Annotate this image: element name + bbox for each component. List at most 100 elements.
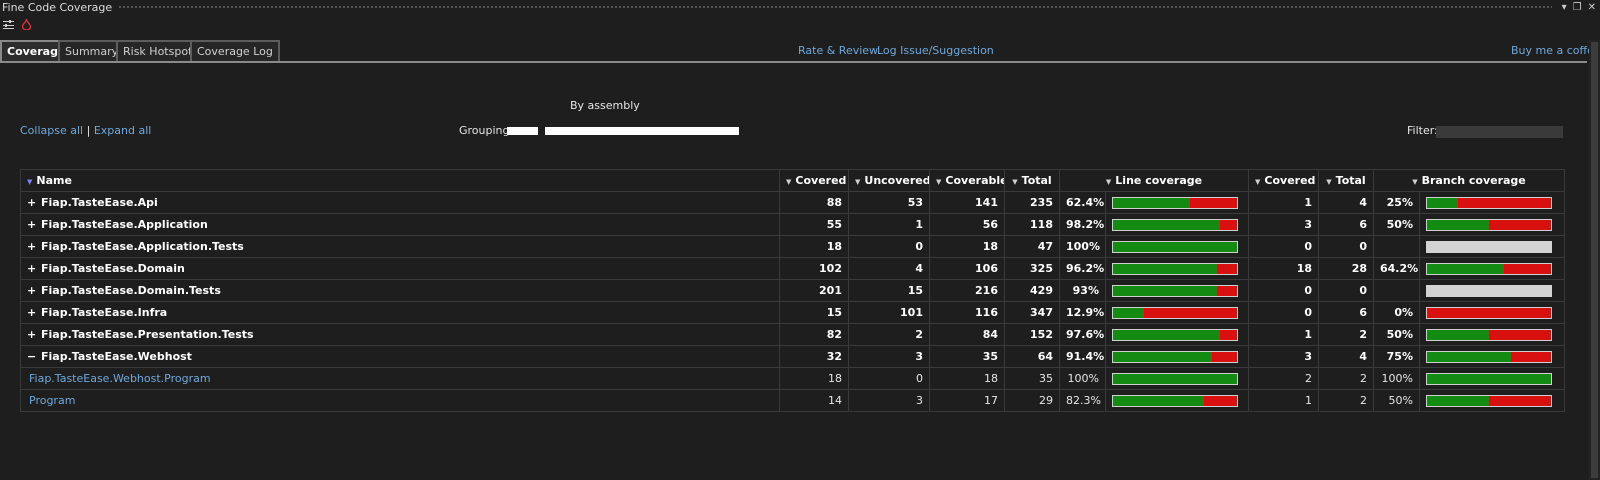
restore-icon[interactable]: ❐ (1573, 2, 1582, 13)
row-name-cell[interactable]: + Fiap.TasteEase.Presentation.Tests (20, 323, 780, 346)
branch-coverage-percent: 50% (1373, 389, 1420, 412)
dropdown-icon[interactable]: ▾ (1562, 2, 1567, 13)
covered-cell: 32 (779, 345, 849, 368)
filter-input[interactable] (1436, 126, 1563, 138)
assembly-name: Fiap.TasteEase.Api (41, 196, 158, 209)
header-total[interactable]: ▼ Total (1004, 169, 1060, 192)
line-coverage-bar (1112, 394, 1238, 407)
branch-covered-cell: 3 (1248, 213, 1319, 236)
branch-coverage-bar-cell (1419, 389, 1565, 412)
row-name-cell[interactable]: + Fiap.TasteEase.Application (20, 213, 780, 236)
table-row[interactable]: + Fiap.TasteEase.Infra 15 101 116 347 12.9% 0 6 0… (20, 301, 1565, 324)
branch-covered-cell: 3 (1248, 345, 1319, 368)
header-branch-covered[interactable]: ▼ Covered (1248, 169, 1319, 192)
vertical-scrollbar[interactable] (1589, 40, 1600, 480)
line-coverage-bar (1112, 306, 1238, 319)
covered-segment (1427, 197, 1458, 208)
class-link[interactable]: Fiap.TasteEase.Webhost.Program (29, 372, 211, 385)
sort-indicator-icon: ▼ (786, 178, 792, 186)
header-name[interactable]: ▼ Name (20, 169, 780, 192)
log-issue-link[interactable]: Log Issue/Suggestion (877, 44, 994, 57)
branch-total-cell: 4 (1318, 345, 1374, 368)
clear-coverage-icon[interactable] (21, 18, 32, 33)
table-row[interactable]: Fiap.TasteEase.Webhost.Program 18 0 18 35 100… (20, 367, 1565, 390)
expand-all-link[interactable]: Expand all (94, 124, 152, 137)
close-icon[interactable]: ✕ (1588, 2, 1596, 13)
grouping-slider-thumb[interactable] (507, 127, 538, 135)
row-name-cell[interactable]: + Fiap.TasteEase.Api (20, 191, 780, 214)
table-row[interactable]: + Fiap.TasteEase.Application 55 1 56 118 98.2%… (20, 213, 1565, 236)
uncovered-segment (1219, 219, 1237, 230)
row-name-cell[interactable]: + Fiap.TasteEase.Domain.Tests (20, 279, 780, 302)
table-row[interactable]: + Fiap.TasteEase.Domain 102 4 106 325 96.2% 18 2… (20, 257, 1565, 280)
expand-toggle-icon[interactable]: + (27, 262, 37, 275)
line-coverage-percent: 93% (1059, 279, 1106, 302)
row-name-cell[interactable]: − Fiap.TasteEase.Webhost (20, 345, 780, 368)
expand-toggle-icon[interactable]: − (27, 350, 37, 363)
grouping-label: Grouping: (459, 124, 514, 137)
table-row[interactable]: + Fiap.TasteEase.Application.Tests 18 0 18 47… (20, 235, 1565, 258)
header-line-coverage[interactable]: ▼ Line coverage (1059, 169, 1249, 192)
uncovered-segment (1489, 329, 1551, 340)
branch-total-cell: 0 (1318, 279, 1374, 302)
branch-covered-cell: 18 (1248, 257, 1319, 280)
scrollbar-thumb[interactable] (1591, 42, 1598, 478)
covered-segment (1113, 307, 1144, 318)
expand-toggle-icon[interactable]: + (27, 284, 37, 297)
branch-covered-cell: 0 (1248, 235, 1319, 258)
coverable-cell: 56 (929, 213, 1005, 236)
row-name-cell[interactable]: + Fiap.TasteEase.Application.Tests (20, 235, 780, 258)
line-coverage-bar-cell (1105, 367, 1249, 390)
table-row[interactable]: + Fiap.TasteEase.Api 88 53 141 235 62.4% 1 4 25% (20, 191, 1565, 214)
coverage-table-body: + Fiap.TasteEase.Api 88 53 141 235 62.4% 1 4 25% +… (20, 191, 1565, 412)
line-coverage-bar (1112, 328, 1238, 341)
tab-coverage-log[interactable]: Coverage Log (190, 40, 280, 61)
branch-total-cell: 2 (1318, 389, 1374, 412)
coverable-cell: 84 (929, 323, 1005, 346)
table-row[interactable]: − Fiap.TasteEase.Webhost 32 3 35 64 91.4% 3 4 75% (20, 345, 1565, 368)
header-branch-total[interactable]: ▼ Total (1318, 169, 1374, 192)
uncovered-segment (1503, 263, 1551, 274)
line-coverage-percent: 91.4% (1059, 345, 1106, 368)
uncovered-segment (1190, 197, 1237, 208)
covered-cell: 102 (779, 257, 849, 280)
rate-review-link[interactable]: Rate & Review (798, 44, 878, 57)
line-coverage-bar-cell (1105, 191, 1249, 214)
covered-segment (1113, 373, 1237, 384)
table-row[interactable]: + Fiap.TasteEase.Presentation.Tests 82 2 84 1… (20, 323, 1565, 346)
grouping-slider-track[interactable] (545, 127, 739, 135)
covered-segment (1113, 329, 1220, 340)
covered-segment (1427, 219, 1489, 230)
branch-coverage-percent (1373, 235, 1420, 258)
branch-covered-cell: 1 (1248, 323, 1319, 346)
header-covered[interactable]: ▼ Covered (779, 169, 849, 192)
branch-coverage-percent: 100% (1373, 367, 1420, 390)
expand-toggle-icon[interactable]: + (27, 240, 37, 253)
titlebar-grip[interactable] (118, 4, 1552, 10)
branch-covered-cell: 2 (1248, 367, 1319, 390)
expand-toggle-icon[interactable]: + (27, 196, 37, 209)
header-coverable[interactable]: ▼ Coverable (929, 169, 1005, 192)
expand-toggle-icon[interactable]: + (27, 306, 37, 319)
uncovered-segment (1427, 307, 1551, 318)
covered-cell: 82 (779, 323, 849, 346)
branch-coverage-bar (1426, 218, 1552, 231)
table-row[interactable]: Program 14 3 17 29 82.3% 1 2 50% (20, 389, 1565, 412)
header-uncovered[interactable]: ▼ Uncovered (848, 169, 930, 192)
row-name-cell[interactable]: + Fiap.TasteEase.Domain (20, 257, 780, 280)
expand-toggle-icon[interactable]: + (27, 328, 37, 341)
total-cell: 35 (1004, 367, 1060, 390)
branch-covered-cell: 0 (1248, 301, 1319, 324)
class-link[interactable]: Program (29, 394, 75, 407)
header-branch-coverage[interactable]: ▼ Branch coverage (1373, 169, 1565, 192)
buy-coffee-link[interactable]: Buy me a coffee (1511, 44, 1600, 57)
uncovered-cell: 4 (848, 257, 930, 280)
settings-sliders-icon[interactable] (3, 19, 14, 33)
expand-toggle-icon[interactable]: + (27, 218, 37, 231)
assembly-name: Fiap.TasteEase.Infra (41, 306, 168, 319)
row-name-cell[interactable]: + Fiap.TasteEase.Infra (20, 301, 780, 324)
collapse-all-link[interactable]: Collapse all (20, 124, 83, 137)
table-row[interactable]: + Fiap.TasteEase.Domain.Tests 201 15 216 429 9… (20, 279, 1565, 302)
branch-total-cell: 6 (1318, 301, 1374, 324)
uncovered-segment (1212, 351, 1237, 362)
